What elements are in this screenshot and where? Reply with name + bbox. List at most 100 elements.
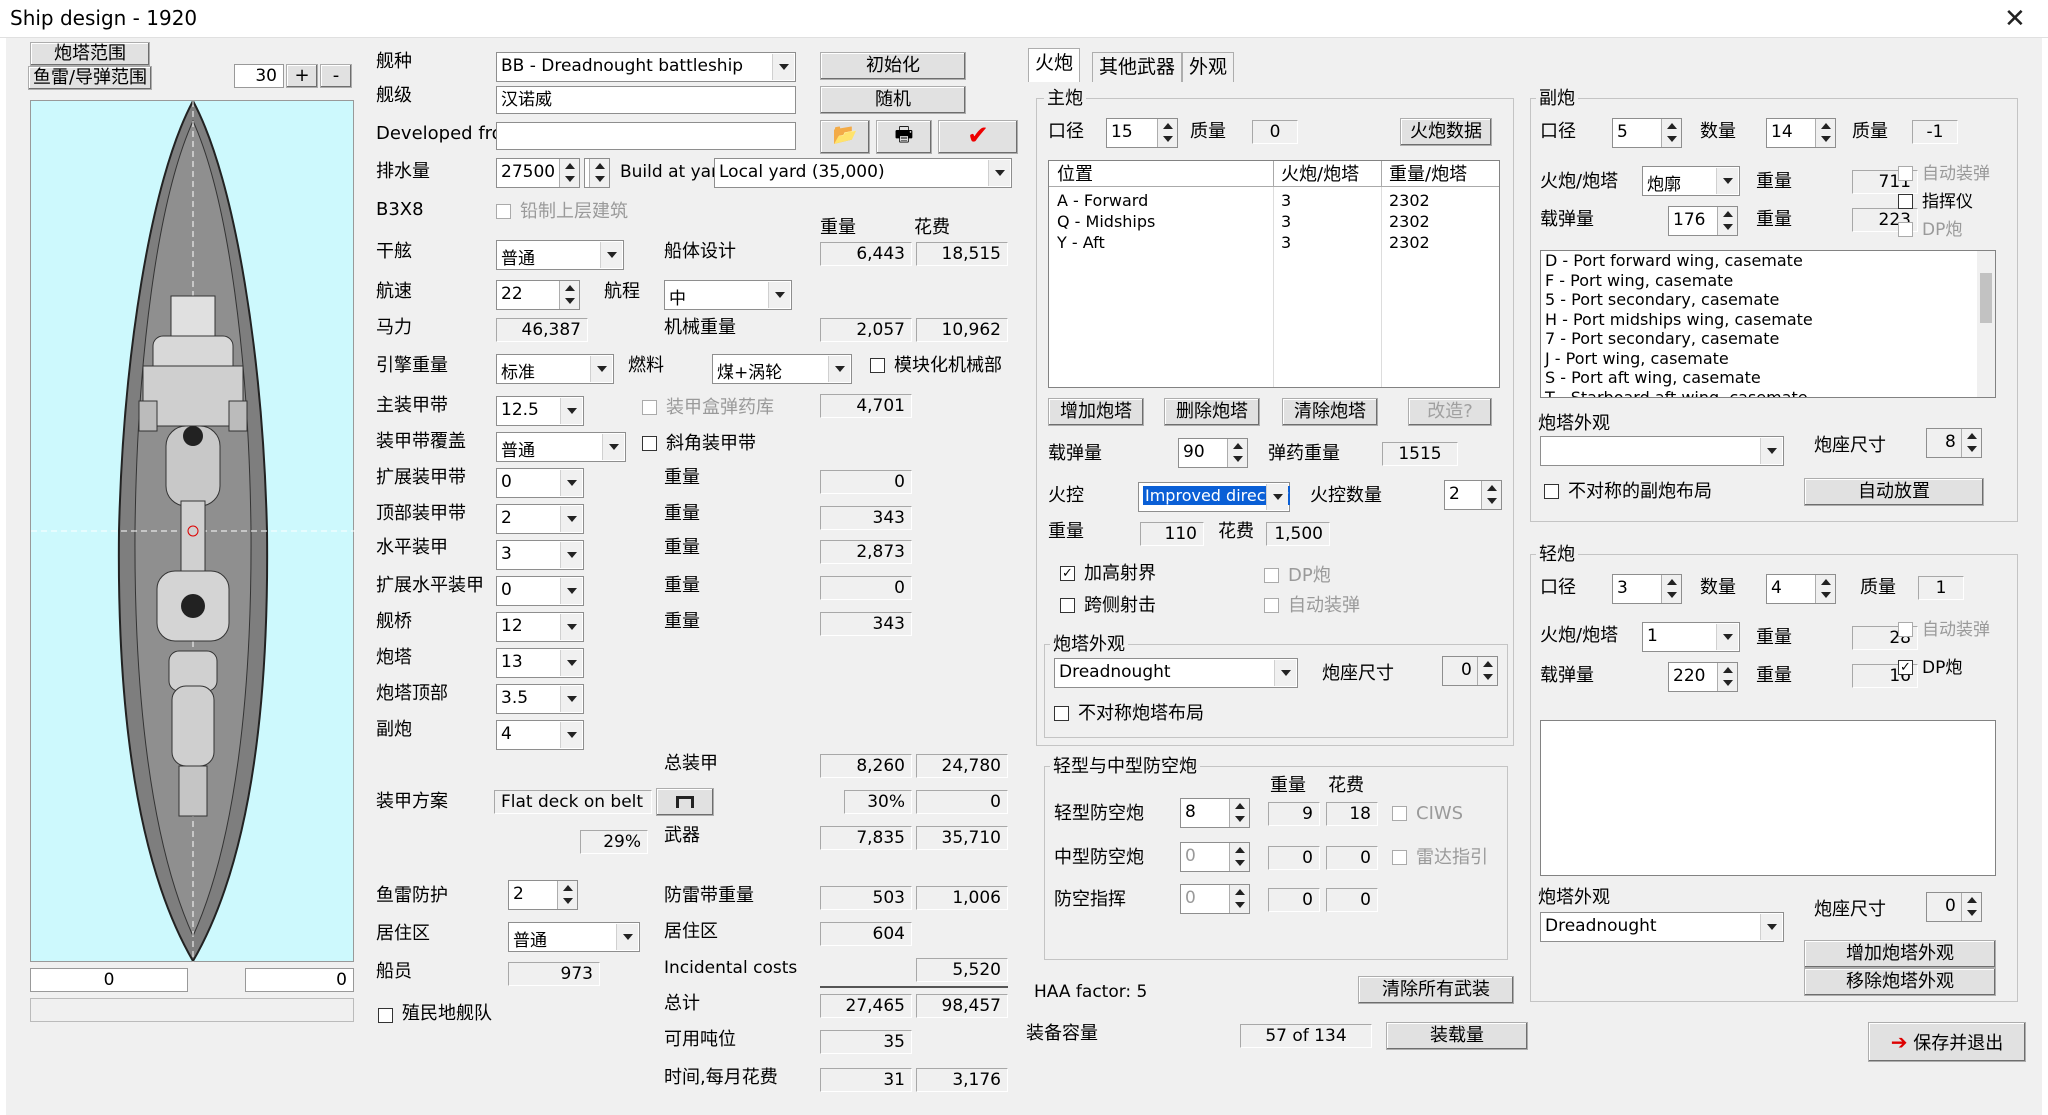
light-num-spinner[interactable]: 4 (1766, 574, 1836, 604)
open-folder-button[interactable]: 📂 (820, 120, 870, 154)
sec-position-list[interactable]: D - Port forward wing, casemate F - Port… (1540, 250, 1996, 398)
light-mount-size-spinner[interactable]: 0 (1926, 892, 1982, 922)
table-row[interactable]: A - Forward 3 2302 (1049, 191, 1499, 212)
ciws-checkbox[interactable] (1392, 806, 1407, 821)
list-item[interactable]: D - Port forward wing, casemate (1545, 251, 1803, 271)
sec-autoload-checkbox[interactable] (1898, 166, 1913, 181)
sec-mount-size-spinner[interactable]: 8 (1926, 428, 1982, 458)
table-row[interactable]: Q - Midships 3 2302 (1049, 212, 1499, 233)
table-row[interactable]: Y - Aft 3 2302 (1049, 233, 1499, 254)
light-position-list[interactable] (1540, 720, 1996, 876)
sec-ammo-spinner[interactable]: 176 (1668, 206, 1738, 236)
main-dp-checkbox[interactable] (1264, 568, 1279, 583)
refit-button[interactable]: 改造? (1408, 398, 1492, 426)
list-item[interactable]: 7 - Port secondary, casemate (1545, 329, 1779, 349)
light-mount-select[interactable]: 1 (1642, 622, 1740, 652)
range-select[interactable]: 中 (664, 280, 792, 310)
light-dp-checkbox[interactable]: ✓ (1898, 660, 1913, 675)
ext-deck-select[interactable]: 0 (496, 576, 584, 606)
confirm-button[interactable]: ✔ (938, 120, 1018, 154)
main-mount-size-spinner[interactable]: 0 (1442, 656, 1498, 686)
list-item[interactable]: T - Starboard aft wing, casemate (1545, 388, 1808, 398)
accom-select[interactable]: 普通 (508, 922, 640, 952)
class-name-input[interactable]: 汉诺威 (496, 86, 796, 114)
sec-num-spinner[interactable]: 14 (1766, 118, 1836, 148)
main-turret-table[interactable]: 位置 火炮/炮塔 重量/炮塔 A - Forward 3 2302 Q - Mi… (1048, 160, 1500, 388)
list-item[interactable]: J - Port wing, casemate (1545, 349, 1729, 369)
col-position[interactable]: 位置 (1057, 163, 1093, 187)
speed-spinner[interactable]: 22 (496, 280, 580, 310)
main-asym-checkbox[interactable] (1054, 706, 1069, 721)
random-button[interactable]: 随机 (820, 86, 966, 114)
list-item[interactable]: H - Port midships wing, casemate (1545, 310, 1813, 330)
fuel-select[interactable]: 煤+涡轮 (712, 354, 852, 384)
load-button[interactable]: 装载量 (1386, 1022, 1528, 1050)
developed-from-input[interactable] (496, 122, 796, 150)
list-item[interactable]: S - Port aft wing, casemate (1545, 368, 1761, 388)
belt-cover-select[interactable]: 普通 (496, 432, 626, 462)
delete-turret-button[interactable]: 删除炮塔 (1164, 398, 1260, 426)
disp-spinner-fine[interactable] (584, 158, 610, 188)
init-button[interactable]: 初始化 (820, 52, 966, 80)
hull-type-select[interactable]: BB - Dreadnought battleship (496, 52, 796, 82)
high-angle-checkbox[interactable]: ✓ (1060, 566, 1075, 581)
armor-scheme-button[interactable] (656, 788, 714, 816)
torpedo-range-button[interactable]: 鱼雷/导弹范围 (28, 66, 152, 90)
main-autoload-checkbox[interactable] (1264, 598, 1279, 613)
radar-checkbox[interactable] (1392, 850, 1407, 865)
save-exit-button[interactable]: ➔ 保存并退出 (1868, 1022, 2026, 1062)
deck-select[interactable]: 3 (496, 540, 584, 570)
light-autoload-checkbox[interactable] (1898, 622, 1913, 637)
disp-spinner[interactable]: 27500 (496, 158, 580, 188)
light-cal-spinner[interactable]: 3 (1612, 574, 1682, 604)
sec-asym-checkbox[interactable] (1544, 484, 1559, 499)
sec-mount-select[interactable]: 炮廓 (1642, 166, 1740, 196)
add-look-button[interactable]: 增加炮塔外观 (1804, 940, 1996, 968)
fc-count-spinner[interactable]: 2 (1444, 480, 1502, 510)
upper-belt-select[interactable]: 2 (496, 504, 584, 534)
torp-def-spinner[interactable]: 2 (508, 880, 578, 910)
turret-top-select[interactable]: 3.5 (496, 684, 584, 714)
engine-select[interactable]: 标准 (496, 354, 614, 384)
zoom-in-button[interactable]: + (286, 64, 318, 88)
tab-other-weapons[interactable]: 其他武器 (1092, 52, 1183, 82)
col-weight-per-turret[interactable]: 重量/炮塔 (1389, 163, 1467, 187)
turret-armor-select[interactable]: 13 (496, 648, 584, 678)
modular-checkbox[interactable] (870, 358, 885, 373)
restrict-super-checkbox[interactable] (496, 204, 511, 219)
tab-appearance[interactable]: 外观 (1182, 52, 1235, 82)
close-icon[interactable]: ✕ (2004, 4, 2026, 34)
inclined-checkbox[interactable] (642, 436, 657, 451)
ext-belt-select[interactable]: 0 (496, 468, 584, 498)
aa-director-spinner[interactable]: 0 (1180, 884, 1250, 914)
remove-look-button[interactable]: 移除炮塔外观 (1804, 968, 1996, 996)
turret-range-button[interactable]: 炮塔范围 (30, 42, 150, 66)
director-checkbox[interactable] (1898, 194, 1913, 209)
clear-all-weapons-button[interactable]: 清除所有武装 (1358, 976, 1514, 1004)
superfire-checkbox[interactable] (1060, 598, 1075, 613)
sec-cal-spinner[interactable]: 5 (1612, 118, 1682, 148)
ct-select[interactable]: 12 (496, 612, 584, 642)
med-aa-spinner[interactable]: 0 (1180, 842, 1250, 872)
freeboard-select[interactable]: 普通 (496, 240, 624, 270)
tab-guns[interactable]: 火炮 (1028, 48, 1081, 82)
auto-place-button[interactable]: 自动放置 (1804, 478, 1984, 506)
add-turret-button[interactable]: 增加炮塔 (1048, 398, 1144, 426)
list-item[interactable]: F - Port wing, casemate (1545, 271, 1733, 291)
secondary-armor-select[interactable]: 4 (496, 720, 584, 750)
list-item[interactable]: 5 - Port secondary, casemate (1545, 290, 1779, 310)
fire-control-select[interactable]: Improved director (1138, 482, 1291, 512)
scrollbar[interactable] (1977, 251, 1995, 397)
light-aa-spinner[interactable]: 8 (1180, 798, 1250, 828)
box-mag-checkbox[interactable] (642, 400, 657, 415)
build-yard-select[interactable]: Local yard (35,000) (714, 158, 1012, 188)
zoom-out-button[interactable]: - (320, 64, 352, 88)
main-cal-spinner[interactable]: 15 (1106, 118, 1178, 148)
colonial-checkbox[interactable] (378, 1008, 393, 1023)
light-look-select[interactable]: Dreadnought (1540, 912, 1784, 942)
main-look-select[interactable]: Dreadnought (1054, 658, 1298, 688)
main-armor-select[interactable]: 12.5 (496, 396, 584, 426)
sec-dp-checkbox[interactable] (1898, 222, 1913, 237)
light-ammo-spinner[interactable]: 220 (1668, 662, 1738, 692)
gun-data-button[interactable]: 火炮数据 (1400, 118, 1492, 146)
